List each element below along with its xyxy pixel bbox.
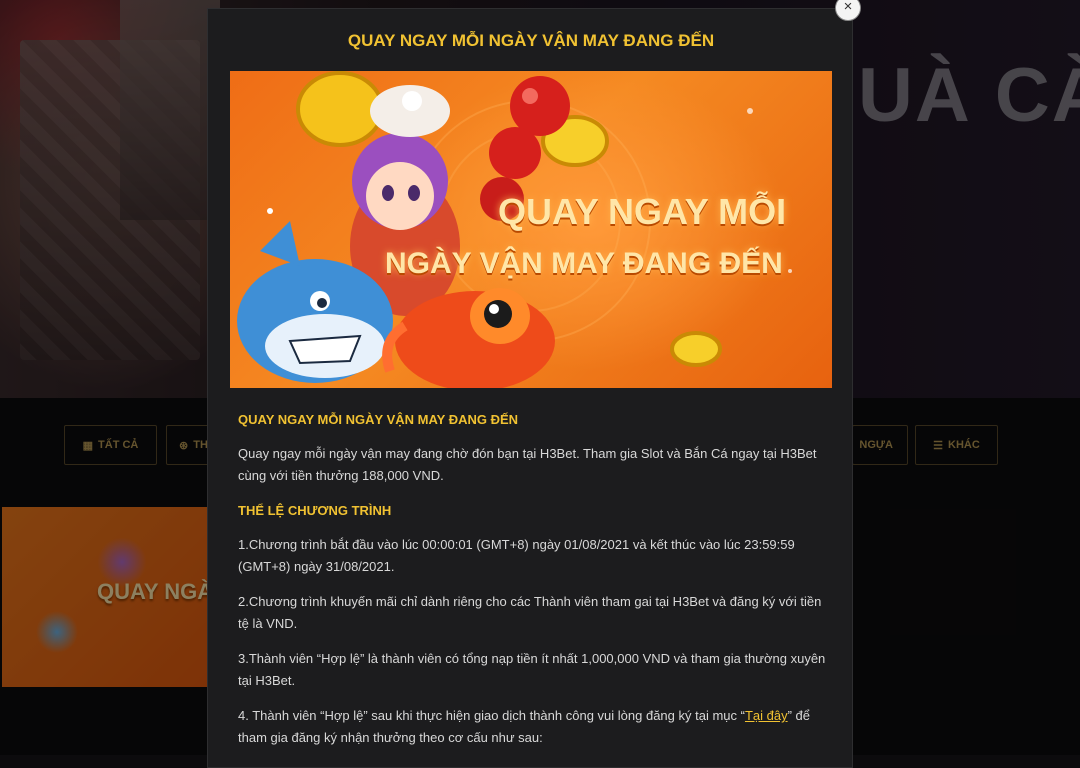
rules-heading: THỂ LỆ CHƯƠNG TRÌNH xyxy=(238,503,392,518)
banner-subheadline: NGÀY VẬN MAY ĐANG ĐẾN xyxy=(385,247,783,280)
rule-item: 3.Thành viên “Hợp lệ” là thành viên có t… xyxy=(238,651,826,688)
register-here-link[interactable]: Tại đây xyxy=(745,708,788,723)
modal-title: QUAY NGAY MỖI NGÀY VẬN MAY ĐANG ĐẾN xyxy=(347,31,715,50)
rule4-text: 4. Thành viên “Hợp lệ” sau khi thực hiện… xyxy=(238,708,745,723)
rule-item: 4. Thành viên “Hợp lệ” sau khi thực hiện… xyxy=(238,705,828,749)
rule-item: 1.Chương trình bắt đầu vào lúc 00:00:01 … xyxy=(238,537,795,574)
promotion-intro: Quay ngay mỗi ngày vận may đang chờ đón … xyxy=(238,446,817,483)
banner-headline: QUAY NGAY MỖI xyxy=(498,191,787,232)
promo-banner-image: QUAY NGAY MỖI NGÀY VẬN MAY ĐANG ĐẾN xyxy=(230,71,832,388)
rule-item: 2.Chương trình khuyến mãi chỉ dành riêng… xyxy=(238,594,822,631)
promotion-content: QUAY NGAY MỖI NGÀY VẬN MAY ĐANG ĐẾN Quay… xyxy=(238,409,828,762)
promotion-heading: QUAY NGAY MỖI NGÀY VẬN MAY ĐANG ĐẾN xyxy=(238,412,519,427)
promotion-modal: QUAY NGAY MỖI NGÀY VẬN MAY ĐANG ĐẾN QUAY… xyxy=(207,8,853,768)
